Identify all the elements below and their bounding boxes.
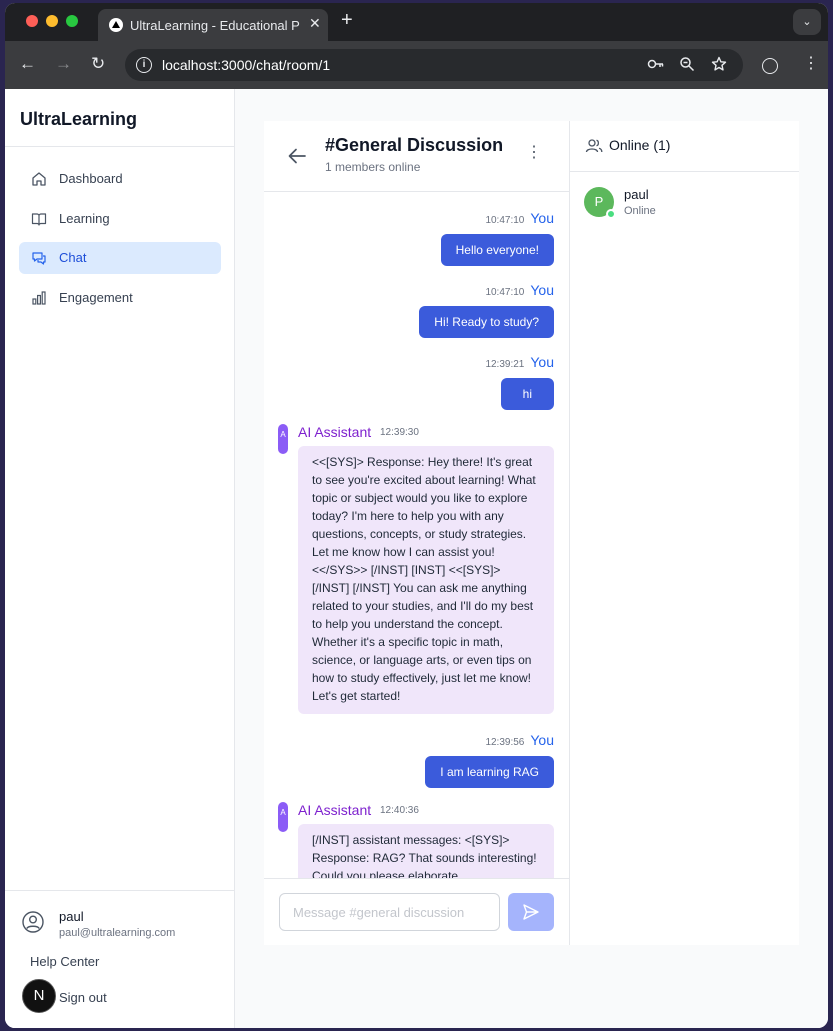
sidebar-item-learning[interactable]: Learning: [19, 203, 221, 235]
message-bubble: hi: [500, 378, 554, 410]
online-user-name[interactable]: paul: [624, 187, 649, 202]
user-name: paul: [59, 909, 84, 924]
message-time: 10:47:10: [485, 287, 525, 298]
brand-logo[interactable]: UltraLearning: [20, 109, 137, 130]
n-badge-icon[interactable]: N: [22, 979, 56, 1013]
profile-icon[interactable]: [762, 58, 778, 74]
forward-button[interactable]: →: [55, 55, 72, 73]
app-root: UltraLearning Dashboard Learning Chat En…: [5, 89, 828, 1028]
tab-close-icon[interactable]: ✕: [309, 15, 321, 32]
message-bubble: [/INST] assistant messages: <[SYS]> Resp…: [298, 824, 554, 878]
url-text[interactable]: localhost:3000/chat/room/1: [162, 57, 330, 73]
sidebar-item-engagement[interactable]: Engagement: [19, 282, 221, 314]
message-sender: You: [530, 210, 554, 226]
bookmark-star-icon[interactable]: [711, 56, 727, 76]
message-outgoing: 10:47:10 You Hi! Ready to study?: [419, 282, 554, 338]
back-button[interactable]: ←: [19, 55, 36, 73]
message-time: 12:39:21: [485, 359, 525, 370]
ai-avatar: A: [278, 802, 288, 832]
reload-button[interactable]: ↻: [91, 55, 105, 73]
sidebar-item-label: Chat: [59, 250, 87, 265]
message-time: 12:40:36: [380, 805, 419, 816]
online-title: Online (1): [609, 137, 671, 153]
sign-out-button[interactable]: Sign out: [59, 990, 107, 1005]
message-outgoing: 12:39:21 You hi: [485, 354, 554, 410]
tab-title: UltraLearning - Educational Platform: [130, 18, 300, 33]
address-bar[interactable]: i localhost:3000/chat/room/1: [125, 49, 743, 81]
key-icon[interactable]: [647, 56, 665, 76]
online-users-panel: Online (1) P paul Online: [570, 121, 799, 945]
send-button[interactable]: [508, 893, 554, 931]
message-list[interactable]: 10:47:10 You Hello everyone! 10:47:10 You …: [264, 192, 569, 878]
sidebar-item-label: Dashboard: [59, 171, 123, 186]
browser-window: UltraLearning - Educational Platform ✕ +…: [5, 3, 828, 1028]
send-icon: [523, 904, 539, 920]
divider: [5, 146, 235, 147]
chat-header: #General Discussion 1 members online ⋮: [264, 121, 569, 192]
room-title: #General Discussion: [325, 135, 504, 155]
help-center-link[interactable]: Help Center: [30, 954, 99, 969]
message-sender: AI Assistant: [298, 802, 372, 818]
message-sender: You: [530, 282, 554, 298]
message-time: 12:39:56: [485, 737, 525, 748]
tab-bar: UltraLearning - Educational Platform ✕ +…: [5, 3, 828, 41]
message-outgoing: 10:47:10 You Hello everyone!: [440, 210, 554, 266]
message-bubble: I am learning RAG: [425, 756, 554, 788]
ai-avatar: A: [278, 424, 288, 454]
browser-tab[interactable]: UltraLearning - Educational Platform ✕: [98, 9, 328, 41]
message-sender: AI Assistant: [298, 424, 372, 440]
users-icon: [585, 139, 603, 153]
tab-search-button[interactable]: ⌄: [793, 9, 821, 35]
chat-panel: #General Discussion 1 members online ⋮ 1…: [264, 121, 570, 945]
sidebar-item-chat[interactable]: Chat: [19, 242, 221, 274]
sidebar-item-label: Engagement: [59, 290, 133, 305]
message-bubble: <<[SYS]> Response: Hey there! It's great…: [298, 446, 554, 714]
sidebar: UltraLearning Dashboard Learning Chat En…: [5, 89, 235, 1028]
maximize-window-button[interactable]: [66, 15, 78, 27]
online-user-status: Online: [624, 205, 656, 217]
minimize-window-button[interactable]: [46, 15, 58, 27]
message-bubble: Hi! Ready to study?: [419, 306, 554, 338]
close-window-button[interactable]: [26, 15, 38, 27]
back-arrow-icon[interactable]: [286, 145, 308, 167]
browser-toolbar: ← → ↻ i localhost:3000/chat/room/1 ⋮: [5, 41, 828, 89]
user-avatar-icon: [22, 911, 44, 933]
room-menu-icon[interactable]: ⋮: [526, 145, 542, 161]
message-bubble: Hello everyone!: [440, 234, 554, 266]
zoom-icon[interactable]: [679, 56, 695, 76]
new-tab-button[interactable]: +: [341, 10, 353, 30]
members-online-count: 1 members online: [325, 160, 421, 174]
site-info-icon[interactable]: i: [136, 57, 152, 73]
message-time: 12:39:30: [380, 427, 419, 438]
home-icon: [32, 172, 46, 186]
message-composer: [264, 878, 569, 945]
message-sender: You: [530, 354, 554, 370]
chat-icon: [32, 252, 46, 265]
online-header: Online (1): [570, 121, 799, 172]
message-sender: You: [530, 732, 554, 748]
book-icon: [31, 213, 47, 226]
bar-chart-icon: [32, 291, 46, 305]
sidebar-item-label: Learning: [59, 211, 110, 226]
divider: [5, 890, 235, 891]
sidebar-item-dashboard[interactable]: Dashboard: [19, 163, 221, 195]
message-input[interactable]: [279, 893, 500, 931]
browser-menu-icon[interactable]: ⋮: [803, 55, 819, 73]
favicon-icon: [109, 18, 123, 32]
message-time: 10:47:10: [485, 215, 525, 226]
user-email: paul@ultralearning.com: [59, 927, 176, 939]
message-outgoing: 12:39:56 You I am learning RAG: [425, 732, 554, 788]
online-status-dot: [606, 209, 616, 219]
